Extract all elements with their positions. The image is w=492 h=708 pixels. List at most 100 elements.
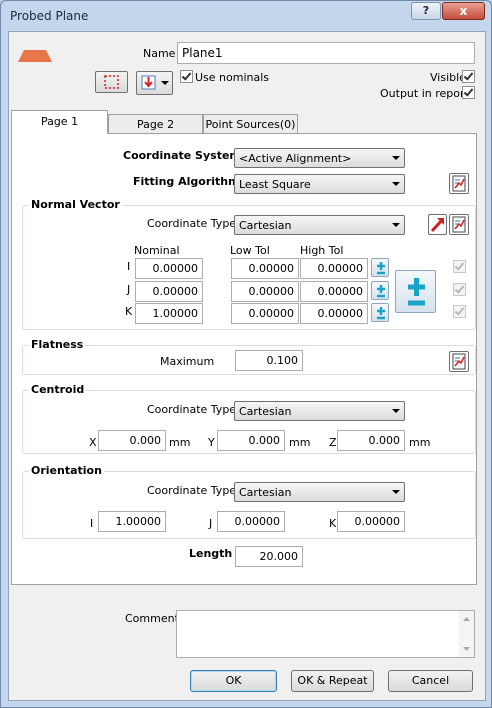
orientation-i-label: I — [90, 517, 94, 530]
close-button[interactable]: x — [442, 2, 485, 20]
low-tol-column-header: Low Tol — [230, 244, 270, 257]
high-tol-i-input[interactable]: 0.00000 — [300, 258, 368, 279]
name-label: Name — [143, 47, 176, 60]
chevron-down-icon — [392, 223, 400, 227]
fitting-report-button[interactable] — [449, 173, 469, 194]
scroll-arrows-icon — [463, 617, 470, 651]
high-tol-column-header: High Tol — [300, 244, 344, 257]
comment-label: Comment — [125, 612, 179, 625]
insert-options-button[interactable] — [136, 71, 173, 95]
tab-page-2[interactable]: Page 2 — [108, 114, 203, 134]
centroid-coord-type-value: Cartesian — [239, 405, 292, 418]
centroid-coord-type-select[interactable]: Cartesian — [234, 401, 405, 421]
centroid-coord-type-label: Coordinate Type — [147, 403, 237, 416]
nominal-k-input[interactable]: 1.00000 — [135, 303, 203, 324]
vector-pointer-button[interactable] — [428, 214, 447, 235]
plus-minus-all-button[interactable] — [395, 270, 436, 313]
chevron-down-icon — [392, 490, 400, 494]
ok-button[interactable]: OK — [190, 670, 277, 692]
comment-textarea[interactable] — [176, 610, 475, 658]
orientation-j-input[interactable]: 0.00000 — [217, 511, 285, 532]
coordinate-system-value: <Active Alignment> — [239, 152, 352, 165]
low-tol-k-input[interactable]: 0.00000 — [231, 303, 299, 324]
report-icon — [452, 353, 466, 370]
plus-minus-icon — [408, 278, 425, 306]
dialog-client: Name Plane1 Use nominals Visible Output … — [8, 31, 486, 701]
cancel-button[interactable]: Cancel — [388, 670, 473, 692]
plus-minus-icon — [377, 262, 385, 275]
flatness-title: Flatness — [29, 338, 86, 351]
centroid-z-label: Z — [329, 436, 337, 449]
nominal-column-header: Nominal — [134, 244, 180, 257]
centroid-x-label: X — [89, 436, 97, 449]
axis-i-label: I — [127, 260, 131, 273]
help-button[interactable]: ? — [411, 2, 441, 20]
fitting-algorithm-value: Least Square — [239, 178, 311, 191]
insert-arrow-icon — [141, 75, 169, 90]
nominal-i-input[interactable]: 0.00000 — [135, 258, 203, 279]
visible-checkbox[interactable] — [462, 70, 475, 83]
use-nominals-label: Use nominals — [195, 71, 270, 84]
plus-minus-k-button[interactable] — [371, 303, 389, 322]
nominal-i-checkbox[interactable] — [453, 260, 466, 273]
centroid-z-input[interactable]: 0.000 — [337, 430, 405, 451]
length-input[interactable]: 20.000 — [235, 546, 303, 567]
visible-label: Visible — [430, 71, 466, 84]
orientation-title: Orientation — [29, 464, 104, 477]
orientation-k-label: K — [329, 517, 337, 530]
output-in-report-label: Output in report — [380, 87, 469, 100]
centroid-x-input[interactable]: 0.000 — [98, 430, 166, 451]
tab-page-content: Coordinate System <Active Alignment> Fit… — [11, 133, 477, 585]
low-tol-i-input[interactable]: 0.00000 — [231, 258, 299, 279]
name-input[interactable]: Plane1 — [177, 42, 475, 64]
high-tol-k-input[interactable]: 0.00000 — [300, 303, 368, 324]
title-bar[interactable]: Probed Plane ? x — [1, 1, 491, 31]
flatness-maximum-input[interactable]: 0.100 — [235, 350, 303, 371]
flatness-maximum-label: Maximum — [160, 355, 215, 368]
dialog-window: Probed Plane ? x Name Plane1 Use nominal… — [0, 0, 492, 708]
normal-coord-type-select[interactable]: Cartesian — [234, 215, 405, 235]
nominal-j-input[interactable]: 0.00000 — [135, 281, 203, 302]
plus-minus-icon — [377, 307, 385, 320]
centroid-x-unit: mm — [169, 436, 191, 449]
orientation-j-label: J — [209, 517, 213, 530]
flatness-report-button[interactable] — [449, 351, 469, 372]
tab-page-1[interactable]: Page 1 — [11, 110, 108, 134]
centroid-y-input[interactable]: 0.000 — [217, 430, 285, 451]
low-tol-j-input[interactable]: 0.00000 — [231, 281, 299, 302]
plane-feature-icon — [18, 50, 52, 62]
normal-vector-title: Normal Vector — [29, 198, 122, 211]
coordinate-system-label: Coordinate System — [123, 149, 241, 162]
coordinate-system-select[interactable]: <Active Alignment> — [234, 148, 405, 168]
report-icon — [452, 216, 466, 233]
report-icon — [452, 175, 466, 192]
chevron-down-icon — [392, 182, 400, 186]
centroid-title: Centroid — [29, 383, 87, 396]
chevron-down-icon — [392, 409, 400, 413]
plus-minus-i-button[interactable] — [371, 258, 389, 277]
centroid-y-label: Y — [208, 436, 215, 449]
nominal-j-checkbox[interactable] — [453, 283, 466, 296]
nominal-k-checkbox[interactable] — [453, 305, 466, 318]
high-tol-j-input[interactable]: 0.00000 — [300, 281, 368, 302]
chevron-down-icon — [392, 156, 400, 160]
ok-repeat-button[interactable]: OK & Repeat — [291, 670, 374, 692]
plus-minus-j-button[interactable] — [371, 281, 389, 300]
select-points-button[interactable] — [95, 71, 128, 93]
axis-k-label: K — [125, 305, 133, 318]
length-label: Length — [189, 547, 233, 560]
centroid-z-unit: mm — [409, 436, 431, 449]
normal-coord-type-label: Coordinate Type — [147, 217, 237, 230]
fitting-algorithm-select[interactable]: Least Square — [234, 174, 405, 194]
orientation-i-input[interactable]: 1.00000 — [98, 511, 166, 532]
orientation-coord-type-value: Cartesian — [239, 486, 292, 499]
output-in-report-checkbox[interactable] — [462, 86, 475, 99]
orientation-coord-type-select[interactable]: Cartesian — [234, 482, 405, 502]
window-title: Probed Plane — [10, 9, 89, 23]
tab-point-sources[interactable]: Point Sources(0) — [203, 114, 298, 134]
comment-scrollbar[interactable] — [459, 611, 474, 657]
normal-report-button[interactable] — [449, 214, 469, 235]
orientation-k-input[interactable]: 0.00000 — [337, 511, 405, 532]
fitting-algorithm-label: Fitting Algorithm — [133, 175, 240, 188]
use-nominals-checkbox[interactable] — [180, 70, 193, 83]
